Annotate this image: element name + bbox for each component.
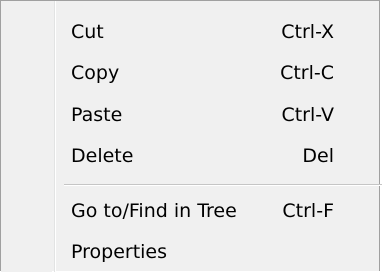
menu-item-label: Delete <box>71 145 134 167</box>
menu-item-go-to-find-in-tree[interactable]: Go to/Find in Tree Ctrl-F <box>3 192 379 232</box>
menu-item-label: Cut <box>71 21 104 43</box>
menu-item-label: Properties <box>71 241 168 263</box>
menu-item-delete[interactable]: Delete Del <box>3 137 379 177</box>
menu-item-label: Copy <box>71 62 120 84</box>
context-menu: Cut Ctrl-X Copy Ctrl-C Paste Ctrl-V Dele… <box>0 0 382 273</box>
menu-item-shortcut: Ctrl-C <box>280 62 334 84</box>
menu-item-copy[interactable]: Copy Ctrl-C <box>3 54 379 94</box>
menu-item-label: Go to/Find in Tree <box>71 200 237 222</box>
menu-item-shortcut: Ctrl-X <box>281 21 334 43</box>
menu-item-label: Paste <box>71 104 123 126</box>
menu-item-shortcut: Del <box>302 145 334 167</box>
menu-item-shortcut: Ctrl-V <box>281 104 334 126</box>
menu-item-cut[interactable]: Cut Ctrl-X <box>3 13 379 53</box>
menu-item-properties[interactable]: Properties <box>3 233 379 273</box>
menu-separator-highlight <box>64 185 382 186</box>
menu-item-paste[interactable]: Paste Ctrl-V <box>3 96 379 136</box>
menu-item-shortcut: Ctrl-F <box>282 200 334 222</box>
